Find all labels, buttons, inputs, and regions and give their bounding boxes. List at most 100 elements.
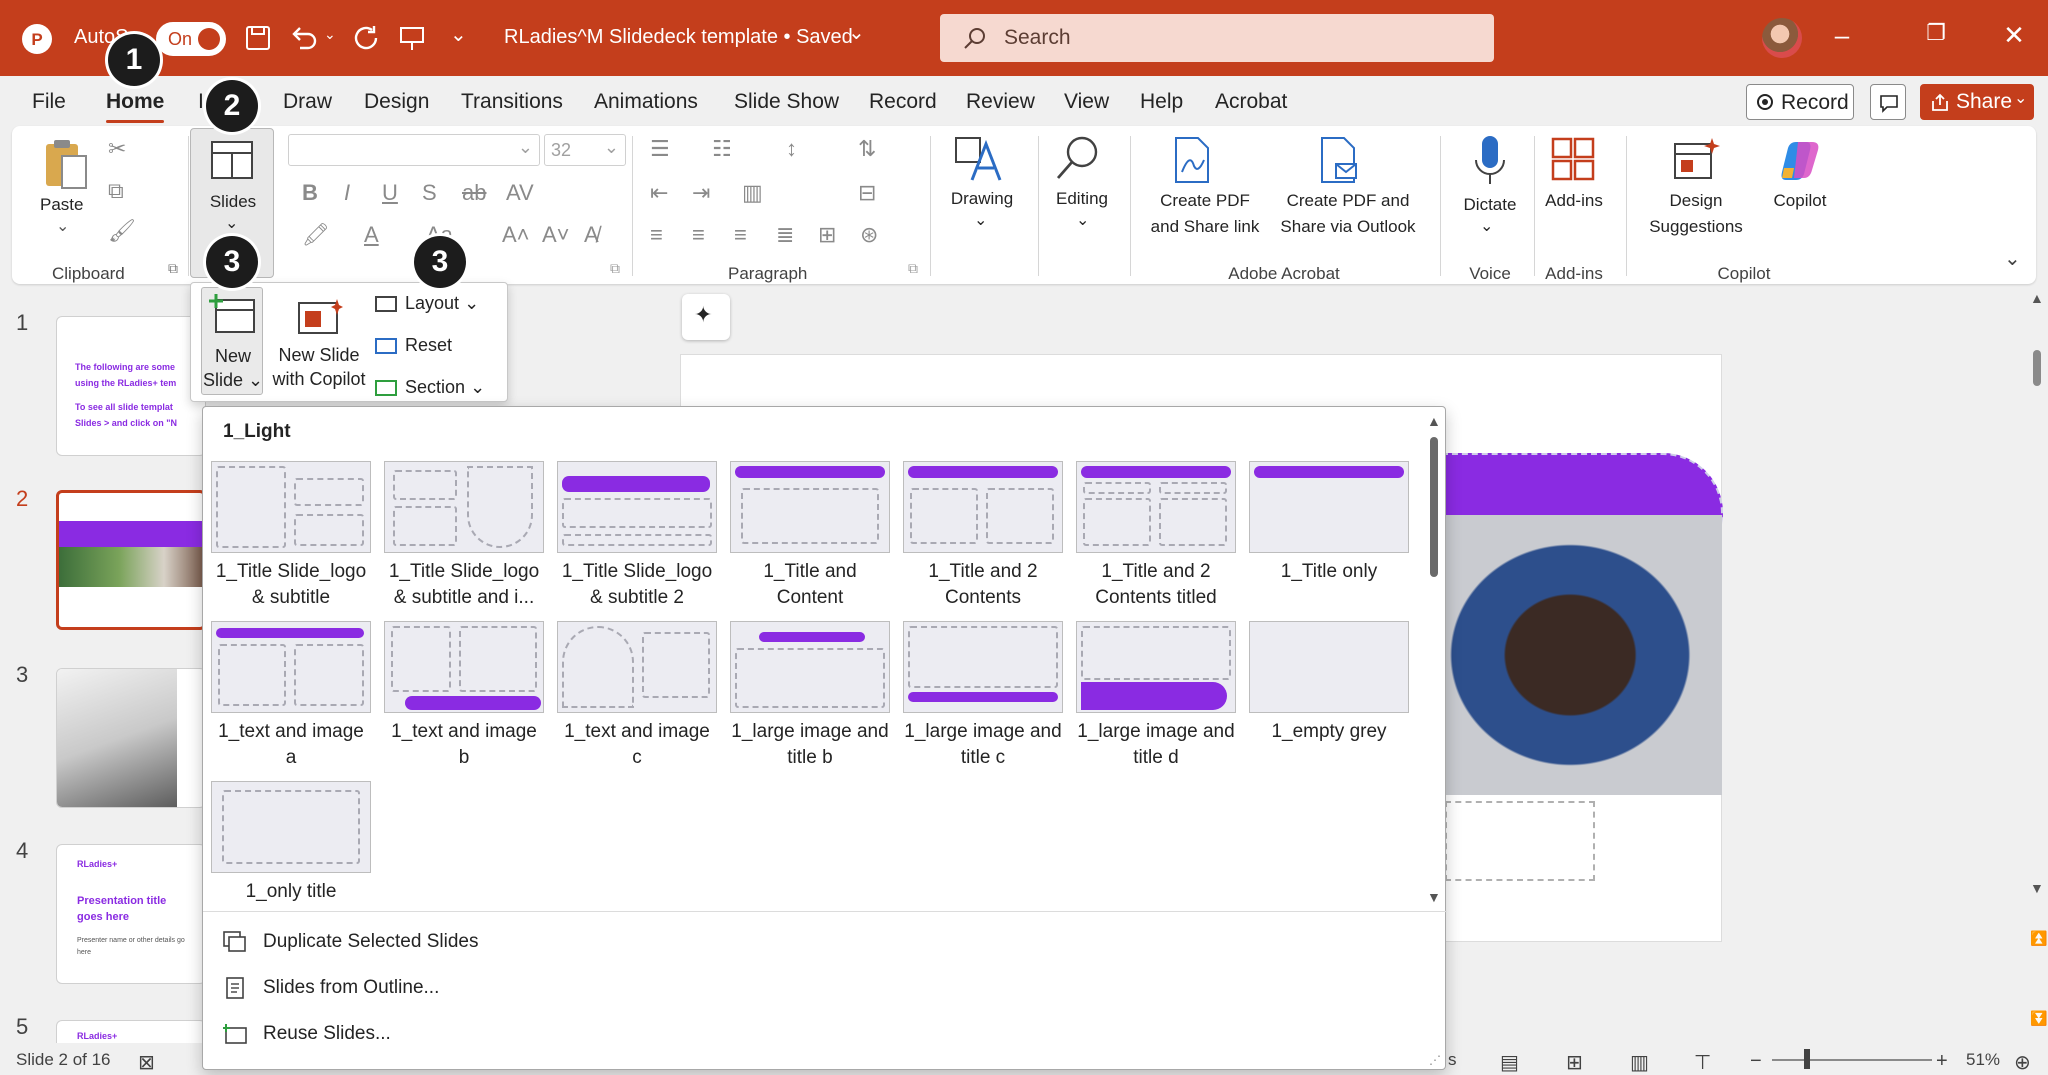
layout-item[interactable]: 1_text and image b — [384, 621, 544, 771]
comments-button[interactable] — [1870, 84, 1906, 120]
scroll-down-icon[interactable]: ▼ — [2030, 880, 2044, 896]
minimize-icon[interactable]: – — [1822, 20, 1862, 51]
tab-home[interactable]: Home — [106, 90, 165, 123]
layout-item[interactable]: 1_large image and title d — [1076, 621, 1236, 771]
slide-thumbnail-4[interactable]: RLadies+ Presentation title goes here Pr… — [56, 844, 206, 984]
tab-acrobat[interactable]: Acrobat — [1215, 90, 1287, 114]
layout-item[interactable]: 1_Title Slide_logo & subtitle 2 — [557, 461, 717, 611]
previous-slide-icon[interactable]: ⏫ — [2030, 930, 2047, 947]
zoom-slider[interactable] — [1772, 1059, 1932, 1061]
paragraph-launcher-icon[interactable]: ⧉ — [908, 260, 918, 277]
addins-label[interactable]: Add-ins — [1534, 188, 1614, 214]
clipboard-launcher-icon[interactable]: ⧉ — [168, 260, 178, 277]
font-family-combo[interactable]: ⌄ — [288, 134, 540, 166]
new-slide-button[interactable]: New Slide ⌄ — [201, 287, 263, 395]
paste-icon[interactable] — [42, 138, 90, 192]
zoom-level[interactable]: 51% — [1966, 1050, 2000, 1070]
tab-help[interactable]: Help — [1140, 90, 1183, 114]
reuse-slides-menu-item[interactable]: Reuse Slides... — [203, 1015, 1447, 1055]
next-slide-icon[interactable]: ⏬ — [2030, 1010, 2047, 1027]
layout-item[interactable]: 1_large image and title b — [730, 621, 890, 771]
vertical-scrollbar[interactable]: ▲ ▼ ⏫ ⏬ — [2026, 290, 2048, 1040]
drawing-icon[interactable] — [952, 134, 1002, 184]
designer-button[interactable]: ✦ — [682, 294, 730, 340]
collapse-ribbon-icon[interactable]: ⌄ — [2004, 246, 2021, 271]
search-box[interactable] — [940, 14, 1494, 62]
slides-from-outline-menu-item[interactable]: Slides from Outline... — [203, 969, 1447, 1009]
normal-view-icon[interactable]: ▤ — [1500, 1050, 1519, 1075]
layout-item[interactable]: 1_Title and 2 Contents — [903, 461, 1063, 611]
tab-record[interactable]: Record — [869, 90, 937, 114]
close-icon[interactable]: ✕ — [1994, 20, 2034, 51]
layout-item[interactable]: 1_Title and Content — [730, 461, 890, 611]
layout-item[interactable]: 1_text and image a — [211, 621, 371, 771]
resize-grip-icon[interactable]: ⋰ — [1429, 1053, 1441, 1067]
create-pdf-link-label[interactable]: Create PDF and Share link — [1136, 188, 1274, 240]
dictate-label[interactable]: Dictate — [1448, 192, 1532, 218]
layout-item[interactable]: 1_text and image c — [557, 621, 717, 771]
tab-review[interactable]: Review — [966, 90, 1035, 114]
design-suggestions-label[interactable]: Design Suggestions — [1638, 188, 1754, 240]
tab-animations[interactable]: Animations — [594, 90, 698, 114]
editing-search-icon[interactable] — [1052, 134, 1102, 184]
layout-item[interactable]: 1_large image and title c — [903, 621, 1063, 771]
share-button[interactable]: Share ⌄ — [1920, 84, 2034, 120]
new-slide-copilot-button[interactable]: New Slide with Copilot — [269, 287, 369, 395]
slide-thumbnail-2[interactable] — [56, 490, 206, 630]
slide-text-placeholder[interactable] — [1445, 801, 1595, 881]
zoom-in-icon[interactable]: + — [1936, 1050, 1948, 1073]
section-menu-item[interactable]: Section ⌄ — [375, 377, 485, 398]
reading-view-icon[interactable]: ▥ — [1630, 1050, 1649, 1075]
restore-icon[interactable]: ❐ — [1916, 20, 1956, 46]
microphone-icon[interactable] — [1472, 134, 1508, 188]
design-suggestions-icon[interactable] — [1672, 136, 1720, 182]
scrollbar-thumb[interactable] — [2033, 350, 2041, 386]
accessibility-icon[interactable]: ⊠ — [138, 1050, 155, 1075]
dictate-dropdown-icon[interactable]: ⌄ — [1480, 216, 1493, 236]
pdf-share-link-icon[interactable] — [1170, 136, 1214, 184]
addins-icon[interactable] — [1550, 136, 1596, 182]
tab-design[interactable]: Design — [364, 90, 429, 114]
avatar[interactable] — [1762, 18, 1802, 58]
save-icon[interactable] — [244, 24, 272, 52]
pdf-outlook-icon[interactable] — [1316, 136, 1360, 184]
editing-label[interactable]: Editing — [1040, 186, 1124, 212]
tab-draw[interactable]: Draw — [283, 90, 332, 114]
paste-dropdown-icon[interactable]: ⌄ — [56, 216, 69, 236]
layout-menu-item[interactable]: Layout ⌄ — [375, 293, 479, 314]
layout-item[interactable]: 1_only title — [211, 781, 371, 905]
slide-image[interactable] — [1446, 515, 1722, 795]
gallery-scrollbar[interactable]: ▲ ▼ — [1425, 411, 1443, 907]
layout-item[interactable]: 1_empty grey — [1249, 621, 1409, 745]
editing-dropdown-icon[interactable]: ⌄ — [1076, 210, 1089, 230]
notes-label[interactable]: s — [1448, 1050, 1457, 1070]
customize-toolbar-icon[interactable]: ⌄ — [450, 22, 467, 47]
redo-icon[interactable] — [352, 24, 382, 52]
copilot-icon[interactable] — [1776, 138, 1824, 182]
slide-thumbnail-1[interactable]: The following are some using the RLadies… — [56, 316, 206, 456]
drawing-dropdown-icon[interactable]: ⌄ — [974, 210, 987, 230]
paste-label[interactable]: Paste — [40, 192, 83, 218]
share-dropdown-icon[interactable]: ⌄ — [2014, 88, 2027, 108]
drawing-label[interactable]: Drawing — [942, 186, 1022, 212]
search-input[interactable] — [1004, 24, 1464, 52]
layout-item[interactable]: 1_Title Slide_logo & subtitle and i... — [384, 461, 544, 611]
slide-thumbnail-3[interactable] — [56, 668, 206, 808]
create-pdf-outlook-label[interactable]: Create PDF and Share via Outlook — [1268, 188, 1428, 240]
scroll-up-icon[interactable]: ▲ — [2030, 290, 2044, 306]
record-button[interactable]: Record — [1746, 84, 1854, 120]
duplicate-slides-menu-item[interactable]: Duplicate Selected Slides — [203, 921, 1447, 961]
font-launcher-icon[interactable]: ⧉ — [610, 260, 620, 277]
scrollbar-thumb[interactable] — [1430, 437, 1438, 577]
layout-item[interactable]: 1_Title Slide_logo & subtitle — [211, 461, 371, 611]
tab-view[interactable]: View — [1064, 90, 1109, 114]
undo-icon[interactable] — [290, 24, 320, 52]
fit-to-window-icon[interactable]: ⊕ — [2014, 1050, 2031, 1075]
zoom-slider-thumb[interactable] — [1804, 1049, 1810, 1069]
document-title[interactable]: RLadies^M Slidedeck template • Saved — [504, 26, 853, 49]
undo-dropdown-icon[interactable]: ⌄ — [324, 26, 336, 43]
scroll-down-icon[interactable]: ▼ — [1427, 889, 1441, 905]
copilot-label[interactable]: Copilot — [1754, 188, 1846, 214]
title-dropdown-icon[interactable]: ⌄ — [848, 20, 865, 45]
slide-sorter-icon[interactable]: ⊞ — [1566, 1050, 1583, 1075]
